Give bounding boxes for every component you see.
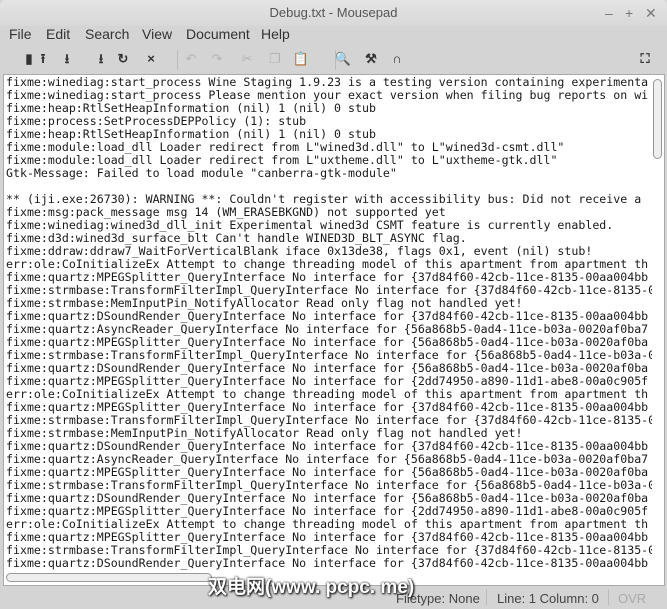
text-line: fixme:module:load_dll Loader redirect fr… xyxy=(6,141,565,154)
text-line: fixme:module:load_dll Loader redirect fr… xyxy=(6,154,558,167)
editor-text[interactable]: fixme:winediag:start_process Wine Stagin… xyxy=(6,76,652,576)
vertical-scrollbar[interactable] xyxy=(653,79,662,159)
text-line: fixme:quartz:MPEGSplitter_QueryInterface… xyxy=(6,505,649,518)
text-line: fixme:quartz:MPEGSplitter_QueryInterface… xyxy=(6,466,649,479)
text-line: fixme:winediag:wined3d_dll_init Experime… xyxy=(6,219,614,232)
text-line: fixme:heap:RtlSetHeapInformation (nil) 1… xyxy=(6,102,376,115)
watermark: 双电网(www. pcpc. me) xyxy=(208,577,415,598)
text-line: fixme:winediag:start_process Please ment… xyxy=(6,89,649,102)
text-line: fixme:quartz:DSoundRender_QueryInterface… xyxy=(6,557,649,570)
fullscreen-icon[interactable]: ⛶ xyxy=(636,50,654,68)
cut-icon[interactable]: ✂ xyxy=(238,50,256,68)
text-line: fixme:d3d:wined3d_surface_blt Can't hand… xyxy=(6,232,467,245)
text-line: fixme:winediag:start_process Wine Stagin… xyxy=(6,76,649,89)
window-title: Debug.txt - Mousepad xyxy=(269,5,398,20)
menu-search[interactable]: Search xyxy=(85,26,129,42)
text-line: fixme:quartz:AsyncReader_QueryInterface … xyxy=(6,453,649,466)
text-line: fixme:quartz:MPEGSplitter_QueryInterface… xyxy=(6,401,649,414)
save-icon[interactable]: ⭳ xyxy=(58,50,76,68)
text-line: fixme:quartz:DSoundRender_QueryInterface… xyxy=(6,362,649,375)
horizontal-scrollbar[interactable] xyxy=(6,573,212,582)
close-icon[interactable]: × xyxy=(142,50,160,68)
menu-help[interactable]: Help xyxy=(261,26,290,42)
paste-icon[interactable]: 📋 xyxy=(292,50,310,68)
text-line: fixme:process:SetProcessDEPPolicy (1): s… xyxy=(6,115,307,128)
text-line: fixme:strmbase:TransformFilterImpl_Query… xyxy=(6,349,652,362)
title-bar: Debug.txt - Mousepad – + ✕ xyxy=(0,0,667,26)
text-line: fixme:msg:pack_message msg 14 (WM_ERASEB… xyxy=(6,206,446,219)
text-line: fixme:quartz:DSoundRender_QueryInterface… xyxy=(6,310,649,323)
redo-icon[interactable]: ↷ xyxy=(208,50,226,68)
text-editor[interactable]: fixme:winediag:start_process Wine Stagin… xyxy=(3,74,665,586)
text-line: fixme:strmbase:TransformFilterImpl_Query… xyxy=(6,414,652,427)
menu-view[interactable]: View xyxy=(142,26,172,42)
text-line: fixme:quartz:DSoundRender_QueryInterface… xyxy=(6,492,649,505)
find-replace-icon[interactable]: ⚒ xyxy=(362,50,380,68)
text-line: err:ole:CoInitializeEx Attempt to change… xyxy=(6,258,649,271)
text-line: fixme:strmbase:MemInputPin_NotifyAllocat… xyxy=(6,297,523,310)
text-line: fixme:heap:RtlSetHeapInformation (nil) 1… xyxy=(6,128,376,141)
maximize-button[interactable]: + xyxy=(625,0,633,26)
copy-icon[interactable]: ❐ xyxy=(266,50,284,68)
toolbar-separator xyxy=(335,50,336,70)
reload-icon[interactable]: ↻ xyxy=(114,50,132,68)
undo-icon[interactable]: ↶ xyxy=(182,50,200,68)
close-window-button[interactable]: ✕ xyxy=(645,0,657,26)
toolbar: ▮ ⭱ ⭳ ⭳ ↻ × ↶ ↷ ✂ ❐ 📋 🔍 ⚒ ∩ ⛶ xyxy=(0,46,667,74)
menu-document[interactable]: Document xyxy=(186,26,250,42)
overwrite-mode[interactable]: OVR xyxy=(618,591,646,606)
text-line: fixme:quartz:AsyncReader_QueryInterface … xyxy=(6,323,649,336)
text-line: fixme:strmbase:TransformFilterImpl_Query… xyxy=(6,284,652,297)
text-line xyxy=(6,180,652,193)
text-line: ** (iji.exe:26730): WARNING **: Couldn't… xyxy=(6,193,649,206)
text-line: fixme:quartz:MPEGSplitter_QueryInterface… xyxy=(6,375,649,388)
text-line: err:ole:CoInitializeEx Attempt to change… xyxy=(6,388,649,401)
save-as-icon[interactable]: ⭳ xyxy=(92,50,110,68)
toolbar-separator xyxy=(177,50,178,70)
cursor-position: Line: 1 Column: 0 xyxy=(497,591,599,606)
find-icon[interactable]: 🔍 xyxy=(334,50,352,68)
go-to-line-icon[interactable]: ∩ xyxy=(388,50,406,68)
text-line: fixme:strmbase:TransformFilterImpl_Query… xyxy=(6,479,652,492)
text-line: fixme:quartz:DSoundRender_QueryInterface… xyxy=(6,440,649,453)
text-line: Gtk-Message: Failed to load module "canb… xyxy=(6,167,397,180)
text-line: fixme:strmbase:TransformFilterImpl_Query… xyxy=(6,544,652,557)
text-line: fixme:quartz:MPEGSplitter_QueryInterface… xyxy=(6,531,649,544)
minimize-button[interactable]: – xyxy=(605,0,613,26)
text-line: err:ole:CoInitializeEx Attempt to change… xyxy=(6,518,649,531)
menu-edit[interactable]: Edit xyxy=(46,26,70,42)
text-line: fixme:quartz:MPEGSplitter_QueryInterface… xyxy=(6,271,649,284)
text-line: fixme:ddraw:ddraw7_WaitForVerticalBlank … xyxy=(6,245,593,258)
menu-bar: File Edit Search View Document Help xyxy=(0,24,667,46)
text-line: fixme:quartz:MPEGSplitter_QueryInterface… xyxy=(6,336,649,349)
menu-file[interactable]: File xyxy=(9,26,32,42)
text-line: fixme:strmbase:MemInputPin_NotifyAllocat… xyxy=(6,427,523,440)
open-file-icon[interactable]: ⭱ xyxy=(34,50,52,68)
